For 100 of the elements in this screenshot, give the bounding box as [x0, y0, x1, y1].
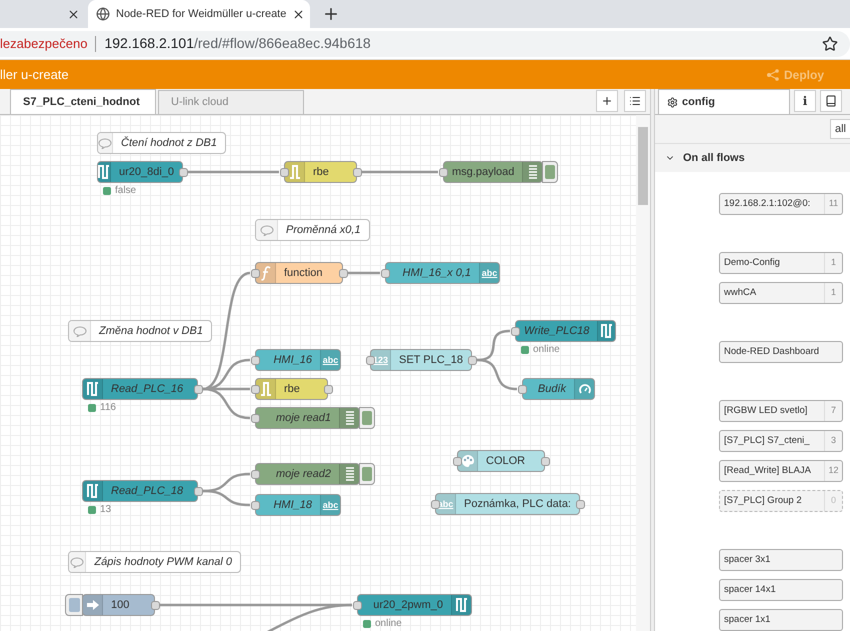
node-port[interactable] [518, 384, 526, 394]
node-port[interactable] [366, 356, 374, 364]
security-warning[interactable]: lezabezpečeno [0, 34, 88, 54]
wire[interactable] [188, 170, 279, 174]
node-port[interactable] [452, 456, 462, 466]
wire[interactable] [362, 170, 438, 174]
node-port[interactable] [380, 268, 390, 278]
comment-node[interactable]: Změna hodnot v DB1 [68, 320, 212, 342]
flow-node[interactable]: ur20_2pwm_0 [357, 594, 472, 616]
node-port[interactable] [250, 384, 260, 394]
config-node[interactable]: 192.168.2.1:102@0: 11 [719, 193, 843, 215]
node-label: HMI_16_x 0,1 [402, 266, 472, 281]
scrollbar[interactable] [636, 115, 650, 631]
comment-node[interactable]: Zápis hodnoty PWM kanal 0 [68, 551, 241, 573]
config-node-label: Demo-Config [723, 256, 781, 270]
info-button[interactable]: i [794, 90, 816, 112]
usage-count: 7 [824, 401, 842, 421]
flow-node[interactable]: moje read2 [255, 463, 360, 485]
flow-node[interactable]: Read_PLC_18 [82, 480, 198, 502]
address-url[interactable]: 192.168.2.101/red/#flow/866ea8ec.94b618 [104, 33, 822, 54]
flow-node[interactable]: Budík [522, 378, 595, 400]
node-label: rbe [283, 382, 301, 397]
node-label: moje read1 [274, 410, 332, 426]
node-port[interactable] [438, 168, 448, 176]
flow-node[interactable]: rbe [284, 161, 357, 183]
node-port[interactable] [510, 326, 520, 336]
sidebar-tab[interactable]: config [658, 89, 790, 114]
config-node-label: [S7_PLC] Group 2 [723, 494, 803, 508]
flow-node[interactable]: rbe [255, 378, 328, 400]
debug-toggle-button[interactable] [359, 463, 375, 485]
config-node[interactable]: spacer 1x1 [719, 609, 843, 631]
filter-all-button[interactable]: all [830, 118, 850, 139]
flow-node[interactable]: 123 SET PLC_18 [370, 349, 472, 371]
gauge-icon [578, 382, 592, 396]
wire[interactable] [202, 490, 250, 506]
type-label: 123 [372, 356, 388, 364]
node-port[interactable] [430, 500, 440, 508]
browser-tab[interactable]: Node-RED for Weidmüller u-create [88, 0, 310, 28]
wire[interactable] [348, 272, 380, 274]
section-title: On all flows [683, 150, 745, 166]
flow-tab[interactable]: S7_PLC_cteni_hodnot [10, 89, 156, 114]
node-port[interactable] [250, 470, 260, 478]
node-port[interactable] [250, 356, 260, 364]
flow-node[interactable]: Write_PLC18 [515, 320, 616, 342]
wire[interactable] [476, 330, 510, 362]
config-node[interactable]: [RGBW LED svetlo] 7 [719, 400, 843, 422]
settings-icon [667, 96, 678, 108]
flow-node[interactable]: msg.payload [443, 161, 543, 183]
config-node[interactable]: Demo-Config 1 [719, 252, 843, 274]
flow-node[interactable]: ur20_8di_0 [97, 161, 183, 183]
config-node[interactable]: Node-RED Dashboard [719, 341, 843, 363]
usage-count: 12 [824, 461, 842, 481]
node-port[interactable] [250, 268, 260, 278]
node-port[interactable] [250, 414, 260, 422]
flow-node[interactable]: COLOR [457, 450, 545, 472]
browser-tab-title: Node-RED for Weidmüller u-create [116, 6, 286, 22]
flow-node[interactable]: Read_PLC_16 [82, 378, 198, 400]
config-node-label: wwhCA [723, 286, 758, 300]
node-label: moje read2 [274, 466, 332, 482]
section-header[interactable]: On all flows [655, 144, 850, 172]
new-tab-icon[interactable] [322, 5, 340, 23]
app-title: ller u-create [0, 66, 69, 84]
wire[interactable] [202, 358, 250, 390]
config-node[interactable]: [S7_PLC] S7_cteni_ 3 [719, 430, 843, 452]
comment-node[interactable]: Proměnná x0,1 [255, 219, 370, 241]
wire[interactable] [202, 472, 250, 492]
speech-bubble-icon [70, 556, 84, 568]
palette-icon [460, 454, 474, 468]
comment-node[interactable]: Čtení hodnot z DB1 [97, 132, 226, 154]
node-port[interactable] [280, 168, 288, 176]
flow-node[interactable]: HMI_16_x 0,1 abc [385, 262, 500, 284]
node-port[interactable] [250, 500, 260, 510]
flow-list-button[interactable] [624, 90, 646, 112]
node-label: Read_PLC_16 [110, 382, 184, 397]
config-node[interactable]: [Read_Write] BLAJA 12 [719, 460, 843, 482]
config-node[interactable]: wwhCA 1 [719, 282, 843, 304]
flow-node[interactable]: 100 [82, 594, 155, 616]
node-label: Budík [536, 382, 568, 397]
debug-toggle-button[interactable] [359, 407, 375, 429]
wire[interactable] [476, 358, 518, 390]
function-icon [260, 266, 270, 280]
add-flow-button[interactable] [596, 90, 618, 112]
usage-count: 0 [824, 491, 842, 511]
config-node[interactable]: spacer 3x1 [719, 549, 843, 571]
flow-node[interactable]: moje read1 [255, 407, 360, 429]
comment-text: Proměnná x0,1 [285, 222, 362, 238]
inject-button[interactable] [65, 594, 83, 616]
flow-node[interactable]: function [255, 262, 343, 284]
bookmark-star-icon[interactable] [822, 36, 838, 52]
close-icon[interactable] [292, 8, 306, 20]
flow-node[interactable]: HMI_16 abc [255, 349, 341, 371]
config-node[interactable]: spacer 14x1 [719, 579, 843, 601]
wire[interactable] [202, 388, 250, 420]
node-port[interactable] [352, 600, 362, 610]
debug-toggle-button[interactable] [542, 161, 558, 183]
close-icon[interactable] [67, 8, 80, 20]
config-node-label: [RGBW LED svetlo] [723, 404, 808, 418]
help-button[interactable] [820, 90, 842, 112]
flow-node[interactable]: HMI_18 abc [255, 494, 341, 516]
config-node[interactable]: [S7_PLC] Group 2 0 [719, 490, 843, 512]
